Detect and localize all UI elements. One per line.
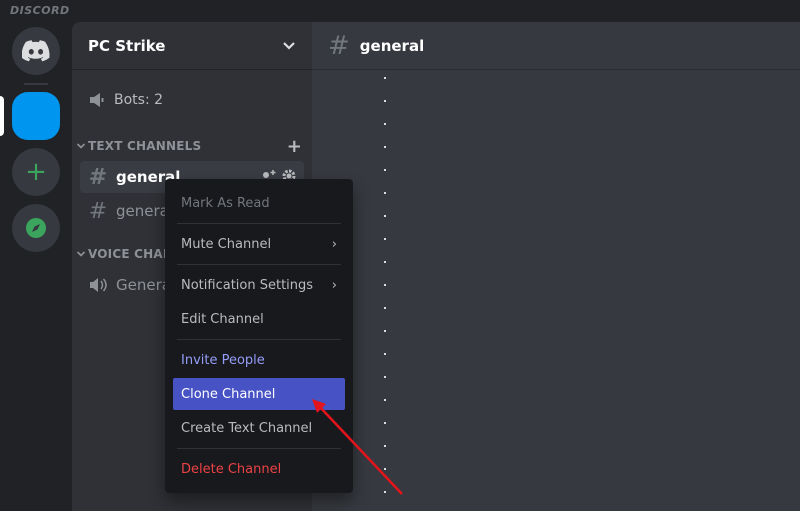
server-name: PC Strike	[88, 36, 166, 55]
plus-icon: +	[25, 157, 47, 187]
menu-item-label: Edit Channel	[181, 311, 264, 327]
discord-wordmark: DISCORD	[10, 4, 70, 17]
menu-item-create-text-channel[interactable]: Create Text Channel	[173, 412, 345, 444]
placeholder-dot	[384, 146, 386, 148]
menu-item-label: Invite People	[181, 352, 265, 368]
category-text-channels[interactable]: TEXT CHANNELS +	[76, 136, 302, 157]
menu-item-notification-settings[interactable]: Notification Settings ›	[173, 269, 345, 301]
title-bar: DISCORD	[0, 0, 800, 22]
home-button[interactable]	[12, 27, 60, 75]
menu-separator	[177, 264, 341, 265]
menu-item-invite-people[interactable]: Invite People	[173, 344, 345, 376]
menu-item-edit-channel[interactable]: Edit Channel	[173, 303, 345, 335]
placeholder-dot	[384, 215, 386, 217]
menu-item-mark-as-read[interactable]: Mark As Read	[173, 187, 345, 219]
menu-item-label: Notification Settings	[181, 277, 314, 293]
menu-item-label: Delete Channel	[181, 461, 282, 477]
server-header[interactable]: PC Strike	[72, 22, 312, 70]
menu-item-delete-channel[interactable]: Delete Channel	[173, 453, 345, 485]
menu-item-label: Create Text Channel	[181, 420, 313, 436]
bots-role-header: Bots: 2	[88, 92, 163, 108]
placeholder-dot	[384, 261, 386, 263]
menu-item-label: Mark As Read	[181, 195, 270, 211]
placeholder-dot	[384, 330, 386, 332]
hash-icon: #	[88, 198, 108, 224]
placeholder-dot	[384, 307, 386, 309]
placeholder-dot	[384, 399, 386, 401]
placeholder-dot	[384, 491, 386, 493]
active-server-indicator	[0, 96, 4, 136]
bots-label: Bots: 2	[114, 92, 164, 108]
channel-title: general	[359, 36, 425, 55]
menu-separator	[177, 448, 341, 449]
megaphone-icon	[90, 93, 104, 107]
hash-icon: #	[328, 30, 350, 61]
placeholder-dot	[384, 123, 386, 125]
chevron-down-icon	[283, 41, 295, 50]
rail-separator	[24, 83, 48, 85]
compass-icon	[26, 218, 46, 238]
menu-item-clone-channel[interactable]: Clone Channel	[173, 378, 345, 410]
chevron-right-icon: ›	[331, 236, 337, 252]
channel-header: # general	[312, 22, 800, 70]
menu-separator	[177, 339, 341, 340]
menu-item-label: Mute Channel	[181, 236, 272, 252]
message-placeholder-dots	[384, 77, 388, 507]
placeholder-dot	[384, 100, 386, 102]
placeholder-dot	[384, 192, 386, 194]
server-rail: +	[0, 22, 72, 511]
add-server-button[interactable]: +	[12, 148, 60, 196]
explore-servers-button[interactable]	[12, 204, 60, 252]
discord-logo-icon	[22, 40, 50, 62]
placeholder-dot	[384, 422, 386, 424]
server-icon-pc-strike[interactable]	[12, 92, 60, 140]
placeholder-dot	[384, 445, 386, 447]
create-channel-plus-icon[interactable]: +	[287, 136, 302, 157]
menu-separator	[177, 223, 341, 224]
placeholder-dot	[384, 238, 386, 240]
hash-icon: #	[88, 164, 108, 190]
placeholder-dot	[384, 284, 386, 286]
channel-context-menu: Mark As Read Mute Channel › Notification…	[165, 179, 353, 493]
main-chat-area: # general	[312, 22, 800, 511]
category-label: TEXT CHANNELS	[88, 139, 202, 153]
placeholder-dot	[384, 376, 386, 378]
menu-item-mute-channel[interactable]: Mute Channel ›	[173, 228, 345, 260]
placeholder-dot	[384, 468, 386, 470]
speaker-icon	[90, 278, 107, 292]
placeholder-dot	[384, 77, 386, 79]
chevron-down-icon	[76, 251, 86, 257]
placeholder-dot	[384, 169, 386, 171]
placeholder-dot	[384, 353, 386, 355]
menu-item-label: Clone Channel	[181, 386, 276, 402]
chevron-down-icon	[76, 143, 86, 149]
chevron-right-icon: ›	[331, 277, 337, 293]
